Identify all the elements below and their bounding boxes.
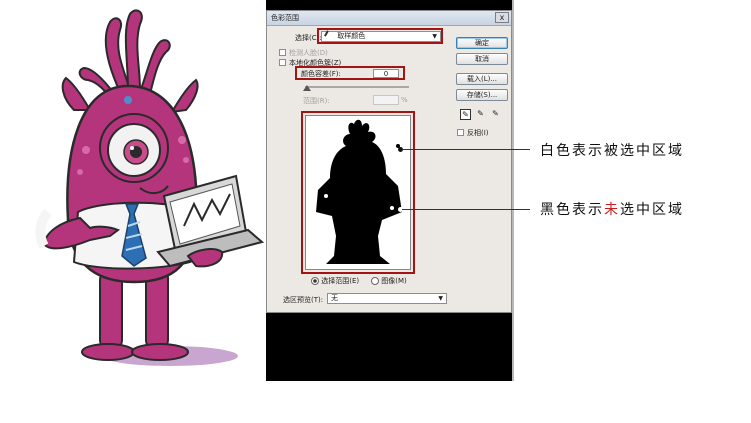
range-input[interactable] (373, 95, 399, 105)
dialog-title: 色彩范围 (271, 14, 299, 22)
radio-selection[interactable]: 选择范围(E) (311, 276, 359, 286)
load-button[interactable]: 载入(L)... (456, 73, 508, 85)
save-button[interactable]: 存储(S)... (456, 89, 508, 101)
invert-checkbox[interactable] (457, 129, 464, 136)
range-unit: % (401, 96, 408, 104)
localized-clusters-checkbox[interactable] (279, 59, 286, 66)
white-annotation-leader (402, 149, 530, 150)
fuzziness-label: 颜色容差(F): (301, 70, 341, 78)
monster-illustration-panel (0, 0, 266, 381)
fuzziness-slider-track[interactable] (305, 86, 409, 88)
selection-preview (305, 115, 411, 270)
black-note-suffix: 选中区域 (620, 202, 684, 218)
detect-faces-label: 检测人脸(D) (289, 49, 328, 57)
color-range-dialog: 色彩范围 x 选择(C): 取样颜色 ▼ 检测人脸(D) 本地化颜色簇(Z) 颜… (266, 10, 512, 313)
ok-button[interactable]: 确定 (456, 37, 508, 49)
window-edge (512, 0, 514, 381)
black-annotation-leader (402, 209, 530, 210)
eyedropper-plus-icon[interactable]: ✎ (475, 109, 486, 120)
preview-mode-value: 无 (331, 294, 338, 302)
monster-illustration (35, 9, 265, 366)
eyedropper-minus-icon[interactable]: ✎ (490, 109, 501, 120)
white-annotation: 白色表示被选中区域 (540, 140, 684, 160)
black-note-highlight: 未 (604, 202, 620, 218)
invert-label: 反相(I) (467, 129, 489, 137)
white-note: 白色表示被选中区域 (540, 143, 684, 159)
select-highlight (317, 28, 443, 44)
eyedropper-icon[interactable]: ✎ (460, 109, 471, 120)
dialog-titlebar: 色彩范围 x (267, 11, 511, 26)
radio-image-label: 图像(M) (381, 277, 407, 285)
preview-mode-select[interactable]: 无 ▼ (327, 293, 447, 304)
preview-mode-label: 选区预览(T): (283, 296, 324, 304)
chevron-down-icon: ▼ (438, 295, 443, 302)
black-annotation: 黑色表示未选中区域 (540, 199, 684, 219)
close-icon[interactable]: x (495, 12, 509, 23)
range-label: 范围(R): (303, 97, 330, 105)
radio-image[interactable]: 图像(M) (371, 276, 407, 286)
radio-selection-label: 选择范围(E) (321, 277, 360, 285)
fuzziness-slider-thumb[interactable] (303, 85, 311, 91)
preview-silhouette (316, 119, 402, 265)
cancel-button[interactable]: 取消 (456, 53, 508, 65)
detect-faces-checkbox[interactable] (279, 49, 286, 56)
black-note-prefix: 黑色表示 (540, 202, 604, 218)
fuzziness-input[interactable]: 0 (373, 69, 399, 78)
